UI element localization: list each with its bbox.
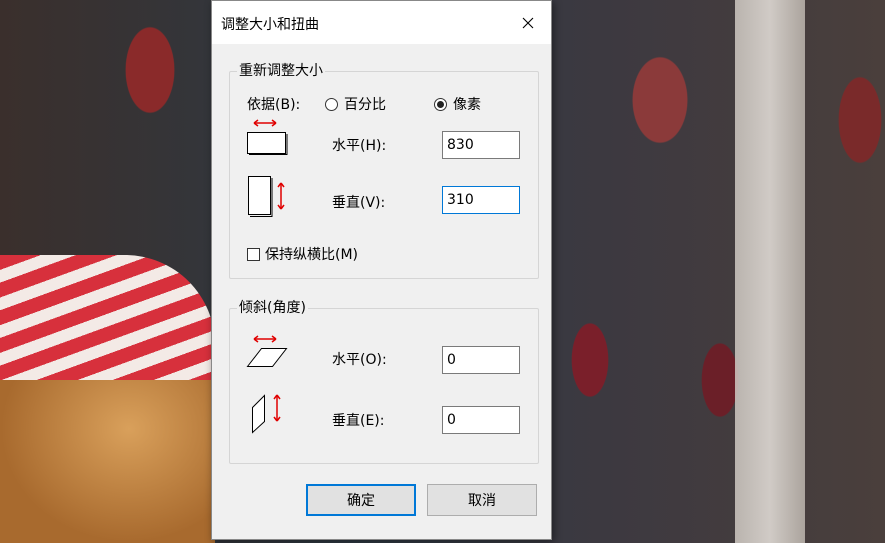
skew-vertical-label: 垂直(E): <box>332 413 385 429</box>
background-wall <box>735 0 805 543</box>
skew-horizontal-label: 水平(O): <box>332 352 387 368</box>
pixels-radio-label: 像素 <box>453 97 481 113</box>
resize-horizontal-input[interactable] <box>442 131 520 159</box>
basis-label: 依据(B): <box>247 97 301 113</box>
keep-ratio-checkbox[interactable] <box>247 247 260 261</box>
title-bar: 调整大小和扭曲 <box>212 1 551 44</box>
skew-horizontal-input[interactable] <box>442 346 520 374</box>
resize-group-legend: 重新调整大小 <box>237 63 325 79</box>
resize-skew-dialog: 调整大小和扭曲 重新调整大小 依据(B): 百分比 像素 水平(H): 垂直(V… <box>211 0 552 540</box>
background-guitar <box>0 380 215 543</box>
percent-radio[interactable] <box>325 97 338 111</box>
skew-horizontal-icon <box>246 335 288 367</box>
dialog-title: 调整大小和扭曲 <box>221 17 319 33</box>
skew-vertical-input[interactable] <box>442 406 520 434</box>
resize-horizontal-icon <box>247 119 288 155</box>
pixels-radio-option[interactable]: 像素 <box>434 94 481 114</box>
close-button[interactable] <box>505 1 551 44</box>
resize-vertical-label: 垂直(V): <box>332 195 386 211</box>
keep-ratio-label: 保持纵横比(M) <box>265 247 359 263</box>
skew-group-legend: 倾斜(角度) <box>237 300 308 316</box>
cancel-button[interactable]: 取消 <box>427 484 537 516</box>
percent-radio-option[interactable]: 百分比 <box>325 94 386 114</box>
percent-radio-label: 百分比 <box>344 97 386 113</box>
resize-vertical-input[interactable] <box>442 186 520 214</box>
close-icon <box>522 17 534 28</box>
skew-vertical-icon <box>252 394 281 434</box>
resize-vertical-icon <box>248 176 285 217</box>
keep-ratio-option[interactable]: 保持纵横比(M) <box>247 244 358 264</box>
resize-horizontal-label: 水平(H): <box>332 138 387 154</box>
pixels-radio[interactable] <box>434 97 447 111</box>
ok-button[interactable]: 确定 <box>306 484 416 516</box>
